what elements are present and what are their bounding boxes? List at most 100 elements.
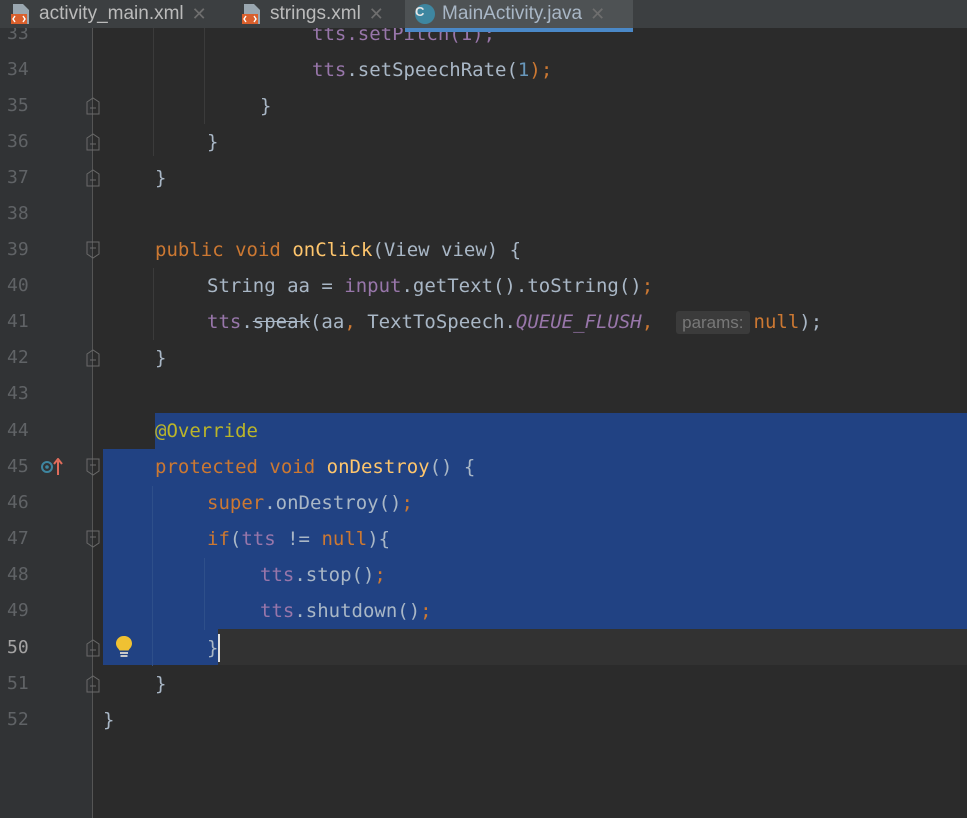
xml-file-icon (11, 4, 29, 24)
fold-end-icon[interactable] (86, 675, 100, 693)
code-line-40[interactable]: 40 String aa = input.getText().toString(… (0, 268, 967, 304)
line-number: 37 (7, 167, 29, 188)
fold-end-icon[interactable] (86, 97, 100, 115)
number-token: 1 (517, 59, 530, 81)
line-number: 34 (7, 59, 29, 80)
line-number: 44 (7, 420, 29, 441)
keyword-token: null (321, 528, 368, 550)
line-number: 42 (7, 347, 29, 368)
punct-token: ); (799, 311, 823, 333)
code-token: .onDestroy() (264, 492, 402, 514)
fold-start-icon[interactable] (86, 530, 100, 548)
punct-token: ; (401, 492, 413, 514)
field-token: input (344, 275, 402, 297)
field-token: tts (260, 564, 295, 586)
line-number: 45 (7, 456, 29, 477)
close-icon[interactable]: ✕ (369, 4, 384, 25)
tab-label: activity_main.xml (39, 3, 184, 24)
line-number: 35 (7, 95, 29, 116)
line-number: 47 (7, 528, 29, 549)
code-line-35[interactable]: 35 } (0, 88, 967, 124)
code-line-39[interactable]: 39 public void onClick(View view) { (0, 232, 967, 268)
fold-end-icon[interactable] (86, 133, 100, 151)
tab-mainactivity-java[interactable]: C MainActivity.java ✕ (405, 0, 633, 32)
code-line-43[interactable]: 43 (0, 376, 967, 412)
line-number: 43 (7, 383, 29, 404)
line-number: 52 (7, 709, 29, 730)
code-line-37[interactable]: 37 } (0, 160, 967, 196)
code-text: tts.stop(); (260, 557, 386, 593)
close-icon[interactable]: ✕ (192, 4, 207, 25)
field-token: tts (312, 59, 347, 81)
punct-token: ); (529, 59, 553, 81)
punct-token: ; (641, 275, 654, 297)
code-line-47[interactable]: 47 if(tts != null){ (0, 521, 967, 557)
line-number: 50 (7, 637, 29, 658)
method-call-token: .setSpeechRate( (346, 59, 518, 81)
fold-end-icon[interactable] (86, 169, 100, 187)
code-line-52[interactable]: 52 } (0, 702, 967, 738)
keyword-token: void (235, 239, 281, 261)
line-number: 36 (7, 131, 29, 152)
keyword-token: null (753, 311, 800, 333)
code-line-48[interactable]: 48 tts.stop(); (0, 557, 967, 593)
close-icon[interactable]: ✕ (590, 4, 605, 25)
code-text: } (207, 131, 219, 153)
field-token: tts (260, 600, 295, 622)
deprecated-method-token: speak (252, 311, 310, 333)
lightbulb-icon[interactable] (114, 634, 134, 660)
line-number: 38 (7, 203, 29, 224)
code-token: (aa (309, 311, 345, 333)
tab-label: strings.xml (270, 3, 361, 24)
code-line-46[interactable]: 46 super.onDestroy(); (0, 485, 967, 521)
code-line-38[interactable]: 38 (0, 196, 967, 232)
code-line-49[interactable]: 49 tts.shutdown(); (0, 593, 967, 629)
code-token: String aa = (207, 275, 345, 297)
line-number: 46 (7, 492, 29, 513)
code-line-50[interactable]: 50 } (0, 630, 967, 666)
code-editor[interactable]: 33 tts.setPitch(1); 34 tts.setSpeechRate… (0, 0, 967, 818)
line-number: 49 (7, 600, 29, 621)
code-line-45[interactable]: 45 protected void onDestroy() { (0, 449, 967, 485)
annotation-token: @Override (155, 420, 258, 442)
fold-start-icon[interactable] (86, 241, 100, 259)
code-token: .stop() (294, 564, 375, 586)
code-text: super.onDestroy(); (207, 485, 413, 521)
field-token: tts (207, 311, 242, 333)
parameter-hint: params: (676, 311, 750, 334)
code-text: protected void onDestroy() { (155, 449, 475, 485)
code-text: tts.speak(aa, TextToSpeech.QUEUE_FLUSH, … (207, 304, 822, 341)
punct-token: ){ (367, 528, 391, 550)
code-text: } (155, 167, 167, 189)
code-line-42[interactable]: 42 } (0, 340, 967, 376)
code-line-44[interactable]: 44 @Override (0, 413, 967, 449)
code-line-34[interactable]: 34 tts.setSpeechRate(1); (0, 52, 967, 88)
field-token: tts (241, 528, 276, 550)
overrides-method-icon[interactable] (40, 458, 64, 476)
line-number: 41 (7, 311, 29, 332)
method-name-token: onDestroy (326, 456, 430, 478)
fold-end-icon[interactable] (86, 349, 100, 367)
tab-strings-xml[interactable]: strings.xml ✕ (241, 0, 384, 28)
tab-activity-main-xml[interactable]: activity_main.xml ✕ (10, 0, 207, 28)
fold-end-icon[interactable] (86, 639, 100, 657)
line-number: 39 (7, 239, 29, 260)
punct-token: ; (374, 564, 386, 586)
code-line-51[interactable]: 51 } (0, 666, 967, 702)
method-name-token: onClick (292, 239, 373, 261)
keyword-token: void (269, 456, 316, 478)
constant-token: QUEUE_FLUSH (515, 311, 642, 333)
fold-start-icon[interactable] (86, 458, 100, 476)
code-token: TextToSpeech. (355, 311, 516, 333)
code-line-36[interactable]: 36 } (0, 124, 967, 160)
line-number: 51 (7, 673, 29, 694)
code-text: } (207, 637, 219, 659)
keyword-token: public (155, 239, 224, 261)
keyword-token: if (207, 528, 230, 550)
code-token: .getText().toString() (401, 275, 642, 297)
keyword-token: super (207, 492, 265, 514)
punct-token: ( (229, 528, 242, 550)
tab-label: MainActivity.java (442, 3, 583, 24)
code-text: tts.shutdown(); (260, 593, 432, 629)
code-line-41[interactable]: 41 tts.speak(aa, TextToSpeech.QUEUE_FLUS… (0, 304, 967, 340)
